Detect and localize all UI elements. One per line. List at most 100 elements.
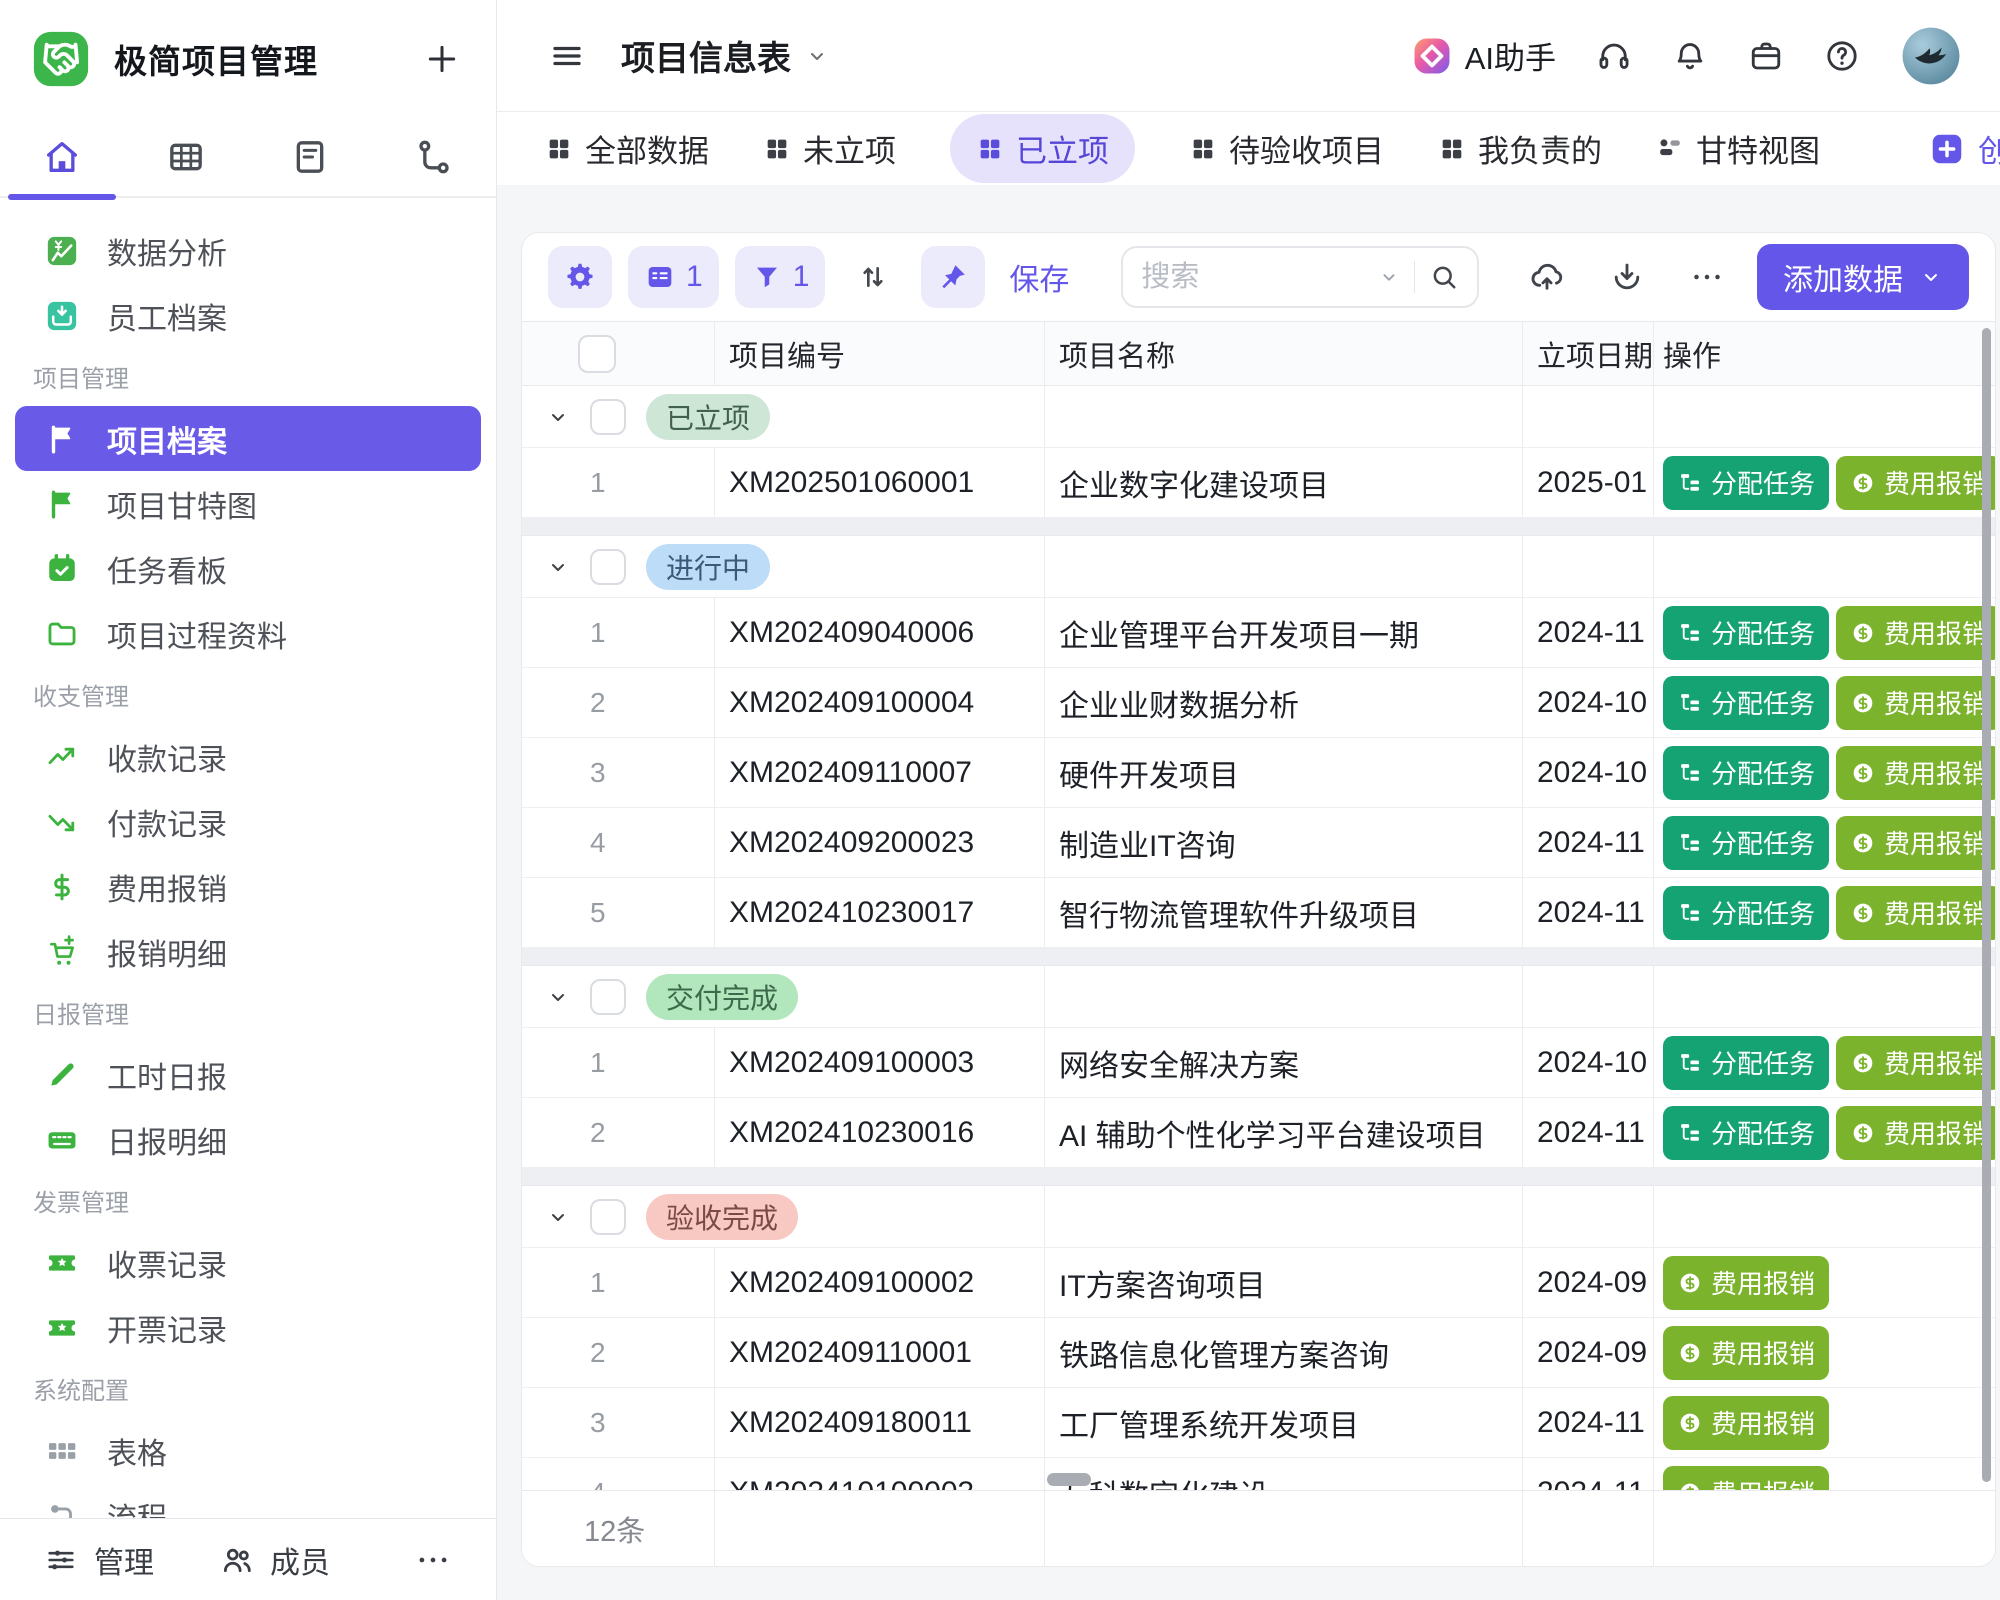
expense-button[interactable]: 费用报销: [1663, 1466, 1829, 1491]
view-tab-not-initiated[interactable]: 未立项: [763, 126, 896, 171]
table-row[interactable]: 1XM202409100003网络安全解决方案2024-10分配任务费用报销: [522, 1028, 1995, 1098]
assign-button[interactable]: 分配任务: [1663, 746, 1829, 800]
sidebar-item-payment-records[interactable]: 付款记录: [15, 789, 481, 854]
view-tab-gantt-view[interactable]: 甘特视图: [1656, 126, 1820, 171]
horizontal-scrollbar[interactable]: [1047, 1473, 1091, 1486]
sidebar-item-project-process-docs[interactable]: 项目过程资料: [15, 601, 481, 666]
assign-button[interactable]: 分配任务: [1663, 886, 1829, 940]
group-checkbox[interactable]: [590, 399, 626, 435]
group-checkbox[interactable]: [590, 979, 626, 1015]
search-box[interactable]: [1121, 246, 1479, 308]
expense-button[interactable]: 费用报销: [1836, 746, 1995, 800]
topbar-actions: AI助手: [1411, 25, 1962, 87]
expense-button[interactable]: 费用报销: [1663, 1256, 1829, 1310]
table-row[interactable]: 1XM202409040006企业管理平台开发项目一期2024-11分配任务费用…: [522, 598, 1995, 668]
table-row[interactable]: 4XM202409200023制造业IT咨询2024-11分配任务费用报销: [522, 808, 1995, 878]
pin-button[interactable]: [921, 246, 985, 308]
table-row[interactable]: 3XM202409110007硬件开发项目2024-10分配任务费用报销: [522, 738, 1995, 808]
upload-cloud-icon[interactable]: [1529, 259, 1565, 295]
ai-assistant-button[interactable]: AI助手: [1411, 33, 1556, 78]
expense-button[interactable]: 费用报销: [1663, 1396, 1829, 1450]
sidebar-tab-tables[interactable]: [124, 118, 248, 196]
avatar[interactable]: [1900, 25, 1962, 87]
sidebar-item-task-board[interactable]: 任务看板: [15, 536, 481, 601]
expense-button[interactable]: 费用报销: [1836, 886, 1995, 940]
sidebar-tab-docs[interactable]: [248, 118, 372, 196]
assign-button[interactable]: 分配任务: [1663, 816, 1829, 870]
project-name: 企业数字化建设项目: [1059, 461, 1329, 505]
sidebar-item-claim-details[interactable]: 报销明细: [15, 919, 481, 984]
sidebar-item-project-gantt[interactable]: 项目甘特图: [15, 471, 481, 536]
expense-button[interactable]: 费用报销: [1836, 676, 1995, 730]
sidebar-item-project-archive[interactable]: 项目档案: [15, 406, 481, 471]
save-button[interactable]: 保存: [1009, 255, 1069, 299]
expense-button[interactable]: 费用报销: [1836, 456, 1995, 510]
sidebar-item-invoice-received[interactable]: 收票记录: [15, 1230, 481, 1295]
sidebar-item-expense-claims[interactable]: 费用报销: [15, 854, 481, 919]
group-checkbox[interactable]: [590, 1199, 626, 1235]
sidebar-item-invoice-issued[interactable]: 开票记录: [15, 1295, 481, 1360]
select-all-checkbox[interactable]: [578, 335, 616, 373]
view-tab-initiated[interactable]: 已立项: [950, 114, 1135, 183]
search-chevron-down-icon[interactable]: [1378, 266, 1400, 288]
search-icon[interactable]: [1429, 262, 1459, 292]
sidebar-more-button[interactable]: [414, 1541, 452, 1579]
table-row[interactable]: 3XM202409180011工厂管理系统开发项目2024-11费用报销: [522, 1388, 1995, 1458]
assign-button[interactable]: 分配任务: [1663, 1036, 1829, 1090]
view-tab-my-projects[interactable]: 我负责的: [1438, 126, 1602, 171]
sidebar-item-workflow[interactable]: 流程: [15, 1483, 481, 1518]
sidebar-item-work-hour-report[interactable]: 工时日报: [15, 1042, 481, 1107]
group-checkbox[interactable]: [590, 549, 626, 585]
table-row[interactable]: 5XM202410230017智行物流管理软件升级项目2024-11分配任务费用…: [522, 878, 1995, 948]
group-collapse-icon[interactable]: [546, 985, 570, 1009]
sidebar-tab-home[interactable]: [0, 118, 124, 196]
add-app-button[interactable]: [422, 39, 462, 79]
sidebar-item-tables[interactable]: 表格: [15, 1418, 481, 1483]
table-row[interactable]: 2XM202410230016AI 辅助个性化学习平台建设项目2024-11分配…: [522, 1098, 1995, 1168]
table-row[interactable]: 2XM202409110001铁路信息化管理方案咨询2024-09费用报销: [522, 1318, 1995, 1388]
expense-button[interactable]: 费用报销: [1836, 1036, 1995, 1090]
view-tab-pending-acceptance[interactable]: 待验收项目: [1189, 126, 1384, 171]
field-config-button[interactable]: 1: [628, 246, 719, 308]
table-row[interactable]: 1XM202501060001企业数字化建设项目2025-01分配任务费用报销: [522, 448, 1995, 518]
table-row[interactable]: 4XM202410100003万科数字化建设2024-11费用报销: [522, 1458, 1995, 1490]
table-footer-row: 12条: [522, 1490, 1995, 1566]
table-row[interactable]: 1XM202409100002IT方案咨询项目2024-09费用报销: [522, 1248, 1995, 1318]
group-collapse-icon[interactable]: [546, 405, 570, 429]
toolbar-more-icon[interactable]: [1689, 259, 1725, 295]
table-row[interactable]: 2XM202409100004企业业财数据分析2024-10分配任务费用报销: [522, 668, 1995, 738]
manage-button[interactable]: 管理: [44, 1538, 154, 1582]
expense-button[interactable]: 费用报销: [1836, 816, 1995, 870]
sidebar-tab-workflow[interactable]: [372, 118, 496, 196]
expense-button[interactable]: 费用报销: [1663, 1326, 1829, 1380]
assign-button[interactable]: 分配任务: [1663, 606, 1829, 660]
sidebar-item-receipt-records[interactable]: 收款记录: [15, 724, 481, 789]
download-icon[interactable]: [1609, 259, 1645, 295]
view-tab-label: 我负责的: [1478, 126, 1602, 171]
support-headset-icon[interactable]: [1596, 38, 1632, 74]
search-input[interactable]: [1141, 261, 1364, 294]
assign-button[interactable]: 分配任务: [1663, 676, 1829, 730]
view-tab-all-data[interactable]: 全部数据: [545, 126, 709, 171]
group-collapse-icon[interactable]: [546, 555, 570, 579]
expense-button[interactable]: 费用报销: [1836, 606, 1995, 660]
group-collapse-icon[interactable]: [546, 1205, 570, 1229]
expense-button[interactable]: 费用报销: [1836, 1106, 1995, 1160]
filter-button[interactable]: 1: [735, 246, 826, 308]
members-button[interactable]: 成员: [220, 1538, 330, 1582]
assign-button[interactable]: 分配任务: [1663, 1106, 1829, 1160]
view-tab-create-view[interactable]: 创建视图: [1928, 126, 2000, 171]
help-icon[interactable]: [1824, 38, 1860, 74]
assign-button[interactable]: 分配任务: [1663, 456, 1829, 510]
notifications-bell-icon[interactable]: [1672, 38, 1708, 74]
hamburger-menu-icon[interactable]: [549, 38, 585, 74]
sort-button[interactable]: [841, 246, 905, 308]
settings-button[interactable]: [548, 246, 612, 308]
workspace-briefcase-icon[interactable]: [1748, 38, 1784, 74]
add-data-button[interactable]: 添加数据: [1757, 244, 1969, 310]
sidebar-item-data-analysis[interactable]: 数据分析: [15, 218, 481, 283]
sidebar-item-employee-files[interactable]: 员工档案: [15, 283, 481, 348]
sidebar-item-report-details[interactable]: 日报明细: [15, 1107, 481, 1172]
page-title[interactable]: 项目信息表: [621, 31, 829, 80]
vertical-scrollbar[interactable]: [1982, 328, 1991, 1482]
